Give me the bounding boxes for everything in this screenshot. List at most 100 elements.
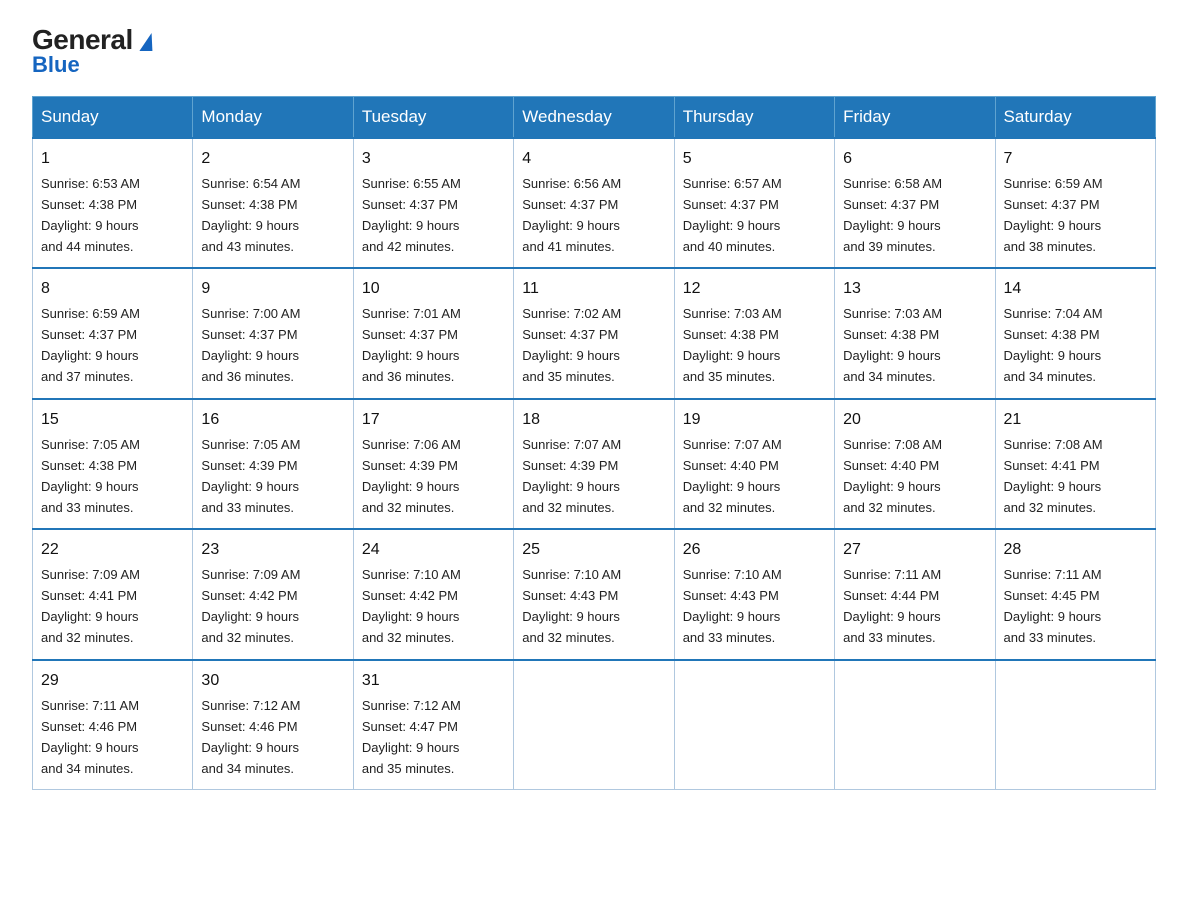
day-info: Sunrise: 7:10 AMSunset: 4:42 PMDaylight:…: [362, 567, 461, 645]
day-info: Sunrise: 6:57 AMSunset: 4:37 PMDaylight:…: [683, 176, 782, 254]
logo: General Blue: [32, 24, 154, 78]
day-number: 9: [201, 277, 344, 302]
calendar-cell: 31 Sunrise: 7:12 AMSunset: 4:47 PMDayligh…: [353, 660, 513, 790]
day-number: 2: [201, 147, 344, 172]
day-number: 4: [522, 147, 665, 172]
day-number: 27: [843, 538, 986, 563]
calendar-cell: 23Sunrise: 7:09 AMSunset: 4:42 PMDayligh…: [193, 529, 353, 659]
calendar-cell: 2 Sunrise: 6:54 AMSunset: 4:38 PMDaylight…: [193, 138, 353, 268]
day-number: 12: [683, 277, 826, 302]
calendar-cell: 3Sunrise: 6:55 AMSunset: 4:37 PMDaylight…: [353, 138, 513, 268]
day-number: 25: [522, 538, 665, 563]
day-number: 18: [522, 408, 665, 433]
calendar-cell: 21 Sunrise: 7:08 AMSunset: 4:41 PMDayligh…: [995, 399, 1155, 529]
day-info: Sunrise: 7:11 AMSunset: 4:44 PMDaylight:…: [843, 567, 941, 645]
calendar-cell: 27 Sunrise: 7:11 AMSunset: 4:44 PMDayligh…: [835, 529, 995, 659]
col-header-monday: Monday: [193, 97, 353, 139]
day-info: Sunrise: 6:54 AMSunset: 4:38 PMDaylight:…: [201, 176, 300, 254]
day-info: Sunrise: 7:10 AMSunset: 4:43 PMDaylight:…: [522, 567, 621, 645]
day-number: 6: [843, 147, 986, 172]
day-number: 11: [522, 277, 665, 302]
day-info: Sunrise: 6:56 AMSunset: 4:37 PMDaylight:…: [522, 176, 621, 254]
day-info: Sunrise: 7:06 AMSunset: 4:39 PMDaylight:…: [362, 437, 461, 515]
calendar-cell: [995, 660, 1155, 790]
calendar-cell: 15 Sunrise: 7:05 AMSunset: 4:38 PMDayligh…: [33, 399, 193, 529]
day-number: 28: [1004, 538, 1147, 563]
day-number: 31: [362, 669, 505, 694]
day-info: Sunrise: 6:59 AMSunset: 4:37 PMDaylight:…: [41, 306, 140, 384]
day-info: Sunrise: 6:59 AMSunset: 4:37 PMDaylight:…: [1004, 176, 1103, 254]
calendar-cell: 11 Sunrise: 7:02 AMSunset: 4:37 PMDayligh…: [514, 268, 674, 398]
calendar-cell: 14Sunrise: 7:04 AMSunset: 4:38 PMDayligh…: [995, 268, 1155, 398]
col-header-saturday: Saturday: [995, 97, 1155, 139]
week-row-1: 1 Sunrise: 6:53 AMSunset: 4:38 PMDaylight…: [33, 138, 1156, 268]
day-number: 16: [201, 408, 344, 433]
day-number: 15: [41, 408, 184, 433]
logo-blue: Blue: [32, 52, 80, 78]
col-header-friday: Friday: [835, 97, 995, 139]
col-header-tuesday: Tuesday: [353, 97, 513, 139]
day-info: Sunrise: 7:03 AMSunset: 4:38 PMDaylight:…: [843, 306, 942, 384]
day-info: Sunrise: 7:03 AMSunset: 4:38 PMDaylight:…: [683, 306, 782, 384]
calendar-cell: [674, 660, 834, 790]
page-header: General Blue: [32, 24, 1156, 78]
calendar-cell: 20Sunrise: 7:08 AMSunset: 4:40 PMDayligh…: [835, 399, 995, 529]
day-info: Sunrise: 7:05 AMSunset: 4:39 PMDaylight:…: [201, 437, 300, 515]
day-number: 5: [683, 147, 826, 172]
day-info: Sunrise: 7:09 AMSunset: 4:41 PMDaylight:…: [41, 567, 140, 645]
calendar-cell: 5 Sunrise: 6:57 AMSunset: 4:37 PMDaylight…: [674, 138, 834, 268]
day-info: Sunrise: 7:02 AMSunset: 4:37 PMDaylight:…: [522, 306, 621, 384]
day-info: Sunrise: 7:08 AMSunset: 4:41 PMDaylight:…: [1004, 437, 1103, 515]
col-header-thursday: Thursday: [674, 97, 834, 139]
day-number: 13: [843, 277, 986, 302]
day-number: 7: [1004, 147, 1147, 172]
day-info: Sunrise: 7:11 AMSunset: 4:46 PMDaylight:…: [41, 698, 139, 776]
calendar-cell: 8 Sunrise: 6:59 AMSunset: 4:37 PMDaylight…: [33, 268, 193, 398]
day-info: Sunrise: 7:04 AMSunset: 4:38 PMDaylight:…: [1004, 306, 1103, 384]
day-number: 23: [201, 538, 344, 563]
calendar-cell: 6 Sunrise: 6:58 AMSunset: 4:37 PMDaylight…: [835, 138, 995, 268]
calendar-cell: 29Sunrise: 7:11 AMSunset: 4:46 PMDayligh…: [33, 660, 193, 790]
calendar-cell: 26 Sunrise: 7:10 AMSunset: 4:43 PMDayligh…: [674, 529, 834, 659]
calendar-cell: 10Sunrise: 7:01 AMSunset: 4:37 PMDayligh…: [353, 268, 513, 398]
day-info: Sunrise: 7:11 AMSunset: 4:45 PMDaylight:…: [1004, 567, 1102, 645]
day-number: 26: [683, 538, 826, 563]
day-info: Sunrise: 6:53 AMSunset: 4:38 PMDaylight:…: [41, 176, 140, 254]
col-header-wednesday: Wednesday: [514, 97, 674, 139]
day-number: 21: [1004, 408, 1147, 433]
day-number: 24: [362, 538, 505, 563]
calendar-cell: 18Sunrise: 7:07 AMSunset: 4:39 PMDayligh…: [514, 399, 674, 529]
day-info: Sunrise: 7:12 AMSunset: 4:46 PMDaylight:…: [201, 698, 300, 776]
calendar-cell: 30 Sunrise: 7:12 AMSunset: 4:46 PMDayligh…: [193, 660, 353, 790]
calendar-cell: 12 Sunrise: 7:03 AMSunset: 4:38 PMDayligh…: [674, 268, 834, 398]
day-number: 30: [201, 669, 344, 694]
week-row-4: 22Sunrise: 7:09 AMSunset: 4:41 PMDayligh…: [33, 529, 1156, 659]
day-number: 19: [683, 408, 826, 433]
day-info: Sunrise: 7:10 AMSunset: 4:43 PMDaylight:…: [683, 567, 782, 645]
day-info: Sunrise: 7:05 AMSunset: 4:38 PMDaylight:…: [41, 437, 140, 515]
calendar-cell: [835, 660, 995, 790]
day-info: Sunrise: 6:55 AMSunset: 4:37 PMDaylight:…: [362, 176, 461, 254]
day-number: 20: [843, 408, 986, 433]
calendar-cell: 19 Sunrise: 7:07 AMSunset: 4:40 PMDayligh…: [674, 399, 834, 529]
calendar-cell: 4 Sunrise: 6:56 AMSunset: 4:37 PMDaylight…: [514, 138, 674, 268]
week-row-5: 29Sunrise: 7:11 AMSunset: 4:46 PMDayligh…: [33, 660, 1156, 790]
day-info: Sunrise: 7:00 AMSunset: 4:37 PMDaylight:…: [201, 306, 300, 384]
calendar-cell: 13 Sunrise: 7:03 AMSunset: 4:38 PMDayligh…: [835, 268, 995, 398]
calendar-cell: 25 Sunrise: 7:10 AMSunset: 4:43 PMDayligh…: [514, 529, 674, 659]
day-number: 8: [41, 277, 184, 302]
day-info: Sunrise: 7:12 AMSunset: 4:47 PMDaylight:…: [362, 698, 461, 776]
calendar-cell: 24 Sunrise: 7:10 AMSunset: 4:42 PMDayligh…: [353, 529, 513, 659]
col-header-sunday: Sunday: [33, 97, 193, 139]
calendar-cell: 1 Sunrise: 6:53 AMSunset: 4:38 PMDaylight…: [33, 138, 193, 268]
calendar-cell: 7 Sunrise: 6:59 AMSunset: 4:37 PMDaylight…: [995, 138, 1155, 268]
day-number: 1: [41, 147, 184, 172]
day-info: Sunrise: 7:07 AMSunset: 4:40 PMDaylight:…: [683, 437, 782, 515]
calendar-cell: 9 Sunrise: 7:00 AMSunset: 4:37 PMDaylight…: [193, 268, 353, 398]
day-info: Sunrise: 7:01 AMSunset: 4:37 PMDaylight:…: [362, 306, 461, 384]
week-row-3: 15 Sunrise: 7:05 AMSunset: 4:38 PMDayligh…: [33, 399, 1156, 529]
calendar-table: SundayMondayTuesdayWednesdayThursdayFrid…: [32, 96, 1156, 790]
calendar-cell: 28 Sunrise: 7:11 AMSunset: 4:45 PMDayligh…: [995, 529, 1155, 659]
day-info: Sunrise: 6:58 AMSunset: 4:37 PMDaylight:…: [843, 176, 942, 254]
week-row-2: 8 Sunrise: 6:59 AMSunset: 4:37 PMDaylight…: [33, 268, 1156, 398]
